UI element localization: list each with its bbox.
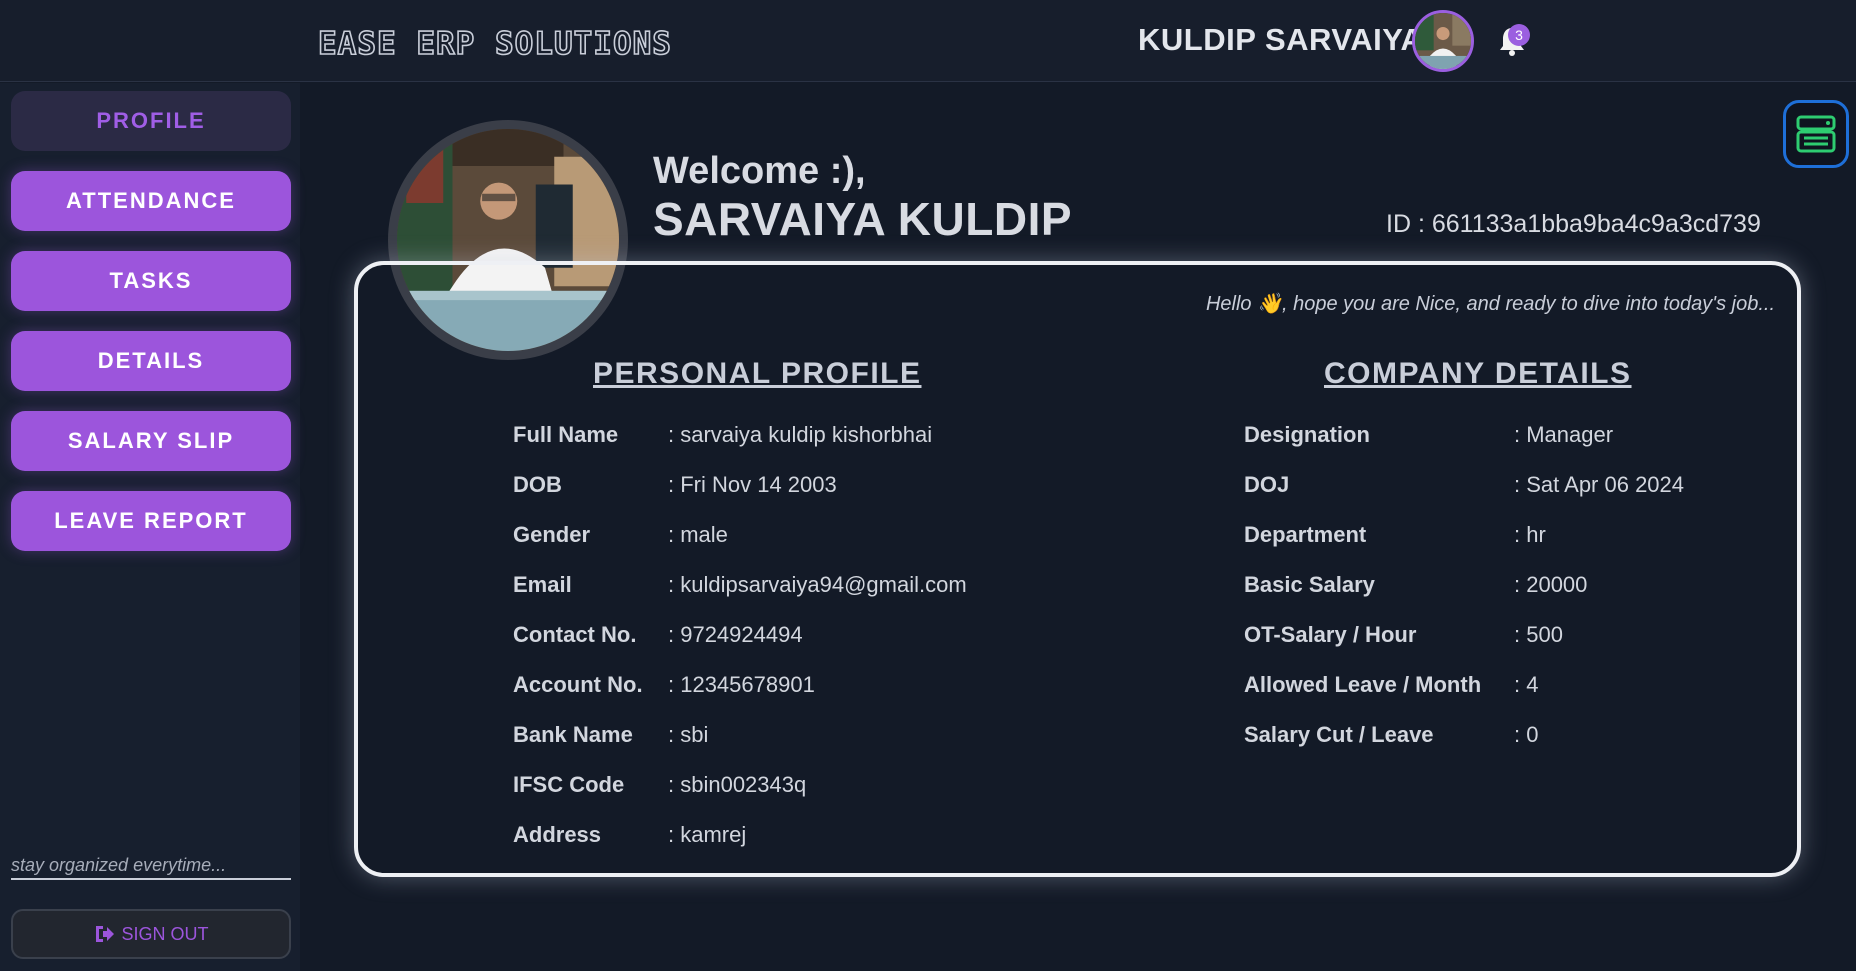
sidebar-item-leave-report[interactable]: LEAVE REPORT <box>11 491 291 551</box>
row-value: : 4 <box>1514 672 1539 697</box>
menu-card-button[interactable] <box>1783 100 1849 168</box>
row-value: : 500 <box>1514 622 1563 647</box>
row-label: Department <box>1244 522 1367 547</box>
sign-out-button[interactable]: SIGN OUT <box>11 909 291 959</box>
row-label: Full Name <box>513 422 619 447</box>
greeting-text: Hello 👋, hope you are Nice, and ready to… <box>1205 293 1775 315</box>
row-label: Contact No. <box>513 622 637 647</box>
row-label: Basic Salary <box>1244 572 1375 597</box>
row-value: : kamrej <box>668 822 747 847</box>
row-label: Email <box>513 572 572 597</box>
row-value: : Sat Apr 06 2024 <box>1514 472 1685 497</box>
personal-profile-title: PERSONAL PROFILE <box>593 357 922 390</box>
row-label: Account No. <box>513 672 643 697</box>
row-label: DOB <box>513 472 562 497</box>
row-value: : 12345678901 <box>668 672 815 697</box>
row-label: Allowed Leave / Month <box>1244 672 1482 697</box>
brand-logo-text: EASE ERP SOLUTIONS <box>317 25 672 63</box>
row-label: Designation <box>1244 422 1370 447</box>
profile-card: Hello 👋, hope you are Nice, and ready to… <box>354 261 1801 877</box>
row-label: Gender <box>513 522 591 547</box>
row-value: : sbin002343q <box>668 772 807 797</box>
sidebar-item-details[interactable]: DETAILS <box>11 331 291 391</box>
row-label: Bank Name <box>513 722 633 747</box>
welcome-text: Welcome :), <box>653 150 866 192</box>
company-details-title: COMPANY DETAILS <box>1324 357 1632 390</box>
notification-badge: 3 <box>1508 24 1530 46</box>
sidebar-item-salary-slip[interactable]: SALARY SLIP <box>11 411 291 471</box>
top-header: EASE ERP SOLUTIONS KULDIP SARVAIYA 3 <box>0 0 1856 82</box>
row-value: : Fri Nov 14 2003 <box>668 472 837 497</box>
row-value: : 20000 <box>1514 572 1588 597</box>
row-label: OT-Salary / Hour <box>1244 622 1417 647</box>
sign-out-label: SIGN OUT <box>121 924 209 944</box>
user-avatar[interactable] <box>1412 10 1474 72</box>
row-label: Salary Cut / Leave <box>1244 722 1434 747</box>
employee-id: ID : 661133a1bba9ba4c9a3cd739 <box>1386 210 1761 238</box>
row-label: DOJ <box>1244 472 1290 497</box>
row-label: Address <box>513 822 602 847</box>
row-value: : 9724924494 <box>668 622 803 647</box>
row-value: : kuldipsarvaiya94@gmail.com <box>668 572 967 597</box>
header-user-name: KULDIP SARVAIYA <box>1138 22 1424 57</box>
sidebar: PROFILE ATTENDANCE TASKS DETAILS SALARY … <box>0 83 300 971</box>
sidebar-item-tasks[interactable]: TASKS <box>11 251 291 311</box>
row-value: : sbi <box>668 722 709 747</box>
row-label: IFSC Code <box>513 772 625 797</box>
sidebar-item-profile[interactable]: PROFILE <box>11 91 291 151</box>
sidebar-tagline: stay organized everytime... <box>11 855 291 880</box>
row-value: : hr <box>1514 522 1546 547</box>
row-value: : 0 <box>1514 722 1539 747</box>
employee-name-heading: SARVAIYA KULDIP <box>653 193 1073 245</box>
sidebar-item-attendance[interactable]: ATTENDANCE <box>11 171 291 231</box>
row-value: : sarvaiya kuldip kishorbhai <box>668 422 933 447</box>
menu-card-icon <box>1796 115 1836 153</box>
sign-out-icon <box>96 926 115 942</box>
row-value: : male <box>668 522 728 547</box>
row-value: : Manager <box>1514 422 1614 447</box>
